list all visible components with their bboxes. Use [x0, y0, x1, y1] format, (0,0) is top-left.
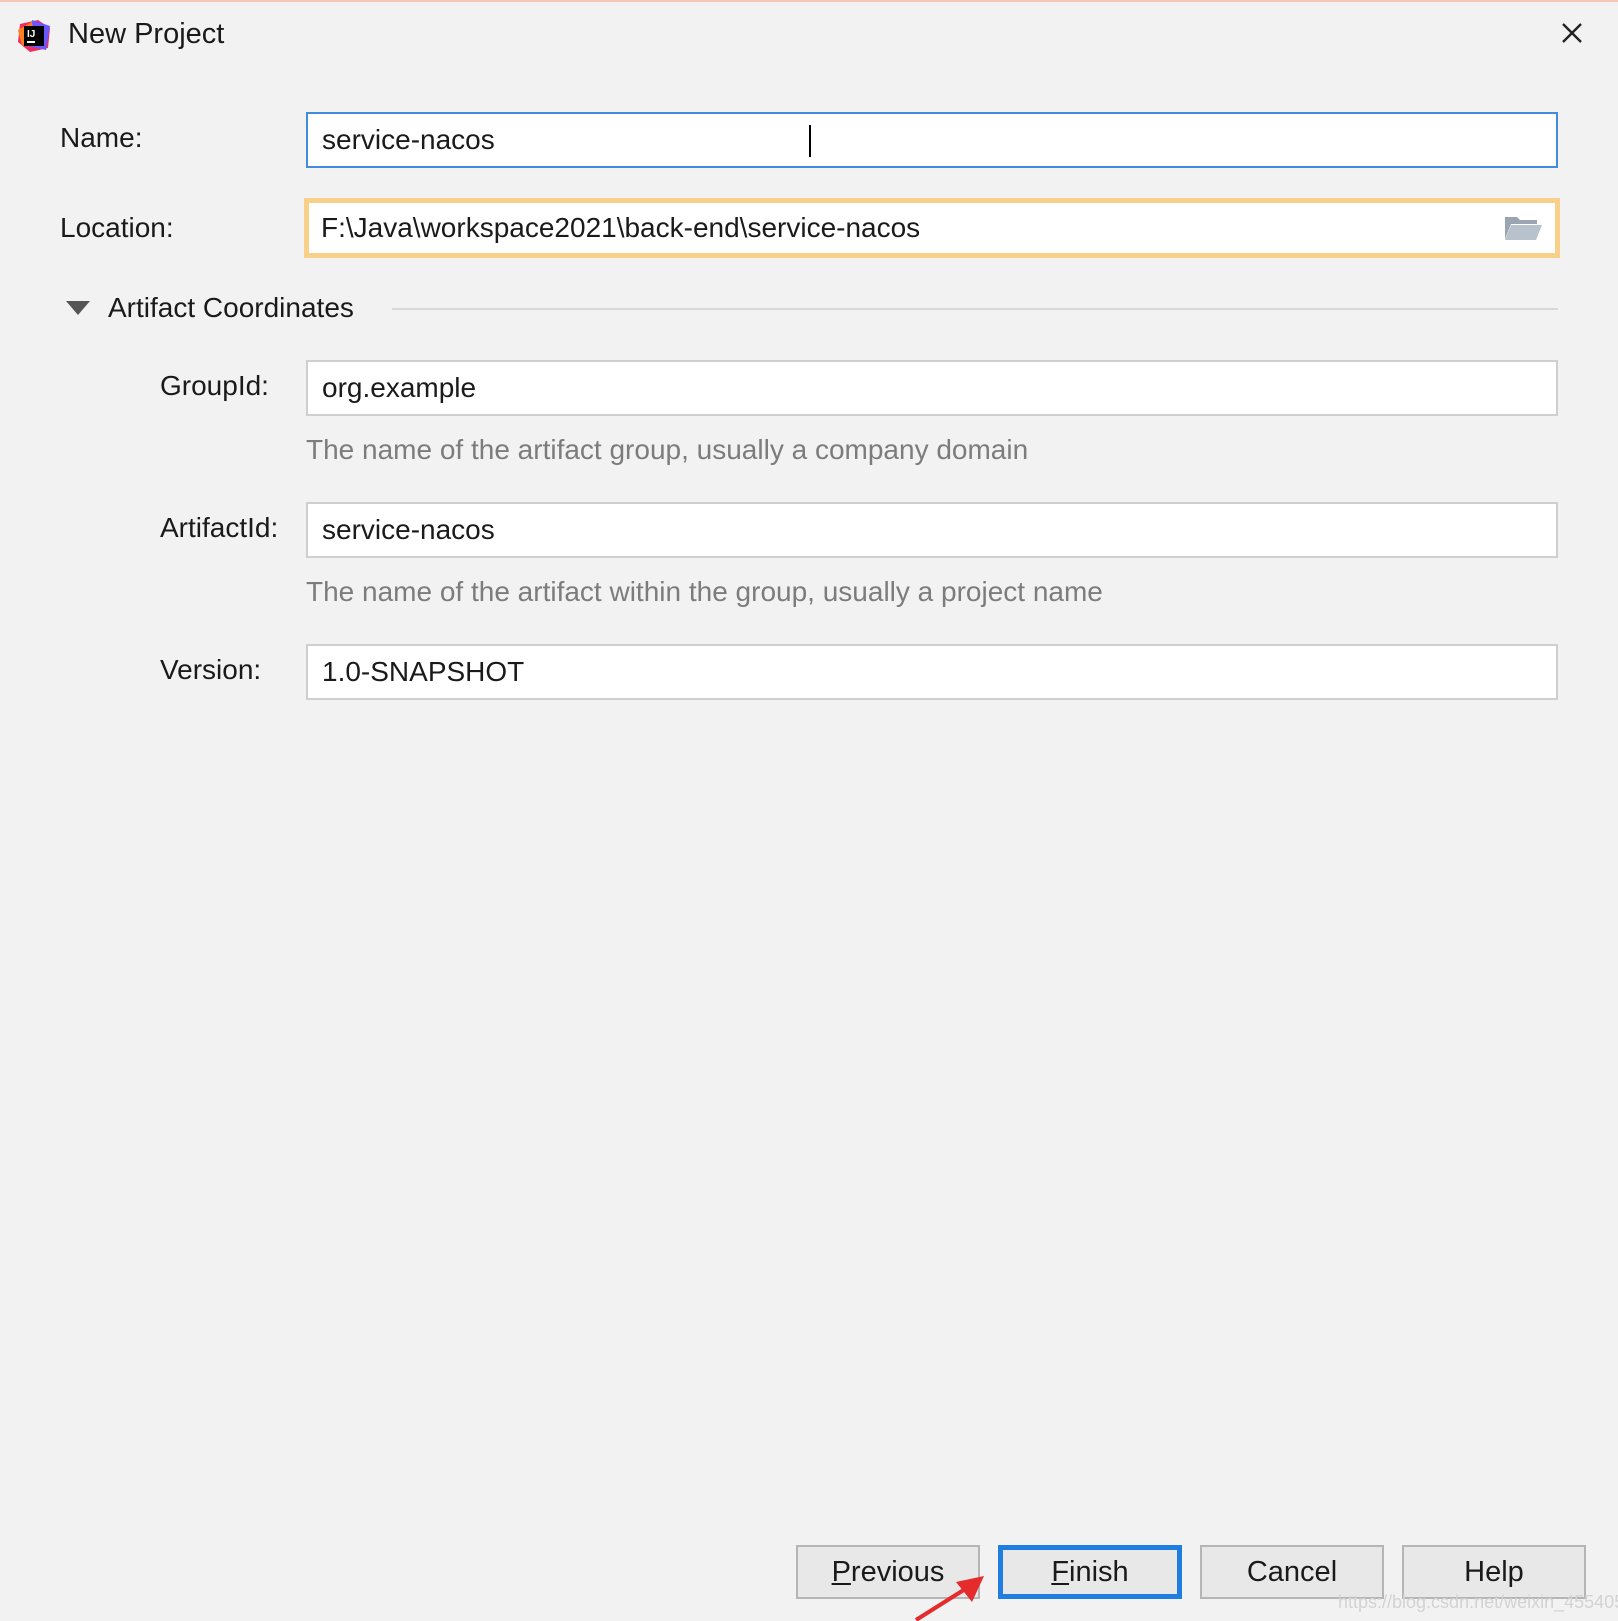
intellij-idea-icon: IJ — [18, 20, 50, 52]
help-button[interactable]: Help — [1402, 1545, 1586, 1599]
artifactid-hint: The name of the artifact within the grou… — [306, 576, 1103, 607]
groupid-input[interactable] — [322, 362, 1490, 414]
close-icon[interactable] — [1554, 15, 1590, 51]
version-input[interactable] — [322, 646, 1490, 698]
groupid-label: GroupId: — [160, 370, 269, 401]
finish-label: inish — [1069, 1556, 1129, 1588]
artifactid-field[interactable] — [306, 502, 1558, 558]
new-project-dialog: IJ New Project Name: Location: Artifact … — [0, 0, 1618, 1621]
name-field[interactable] — [306, 112, 1558, 168]
name-label: Name: — [60, 122, 143, 153]
cancel-button[interactable]: Cancel — [1200, 1545, 1384, 1599]
version-label: Version: — [160, 654, 262, 685]
name-input[interactable] — [322, 114, 1490, 166]
collapse-triangle-icon[interactable] — [66, 299, 90, 317]
finish-button[interactable]: Finish — [998, 1545, 1182, 1599]
section-divider — [392, 308, 1558, 310]
location-label: Location: — [60, 212, 174, 243]
location-field[interactable] — [304, 198, 1560, 258]
groupid-field[interactable] — [306, 360, 1558, 416]
annotation-arrow-icon — [914, 1576, 984, 1621]
svg-text:IJ: IJ — [27, 29, 35, 40]
title-bar: IJ New Project — [0, 2, 1618, 68]
watermark: https://blog.csdn.net/weixin_45540582 — [1338, 1592, 1618, 1612]
groupid-hint: The name of the artifact group, usually … — [306, 434, 1029, 465]
folder-open-icon[interactable] — [1503, 211, 1543, 243]
artifact-coordinates-title[interactable]: Artifact Coordinates — [108, 290, 354, 326]
location-input[interactable] — [321, 203, 1487, 253]
finish-mnemonic: F — [1051, 1556, 1070, 1588]
window-title: New Project — [68, 18, 225, 50]
previous-mnemonic: P — [831, 1556, 851, 1588]
version-field[interactable] — [306, 644, 1558, 700]
artifactid-input[interactable] — [322, 504, 1490, 556]
text-caret — [809, 125, 811, 157]
artifactid-label: ArtifactId: — [160, 512, 279, 543]
